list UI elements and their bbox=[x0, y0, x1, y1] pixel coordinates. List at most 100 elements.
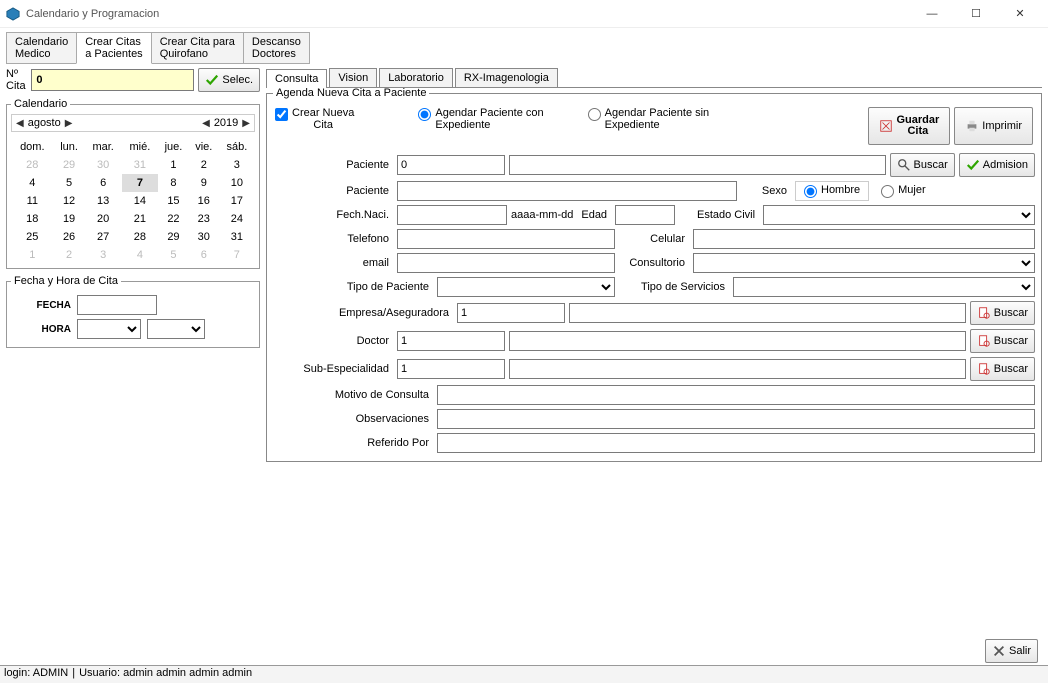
next-year-button[interactable]: ▶ bbox=[242, 118, 250, 129]
tab-vision[interactable]: Vision bbox=[329, 68, 377, 87]
buscar-empresa-button[interactable]: Buscar bbox=[970, 301, 1035, 325]
minimize-button[interactable]: — bbox=[910, 1, 954, 27]
calendar-day[interactable]: 10 bbox=[219, 174, 255, 192]
fecha-input[interactable] bbox=[77, 295, 157, 315]
paciente2-input[interactable] bbox=[397, 181, 737, 201]
calendar-day[interactable]: 13 bbox=[85, 192, 122, 210]
paciente-name-input[interactable] bbox=[509, 155, 886, 175]
calendar-day[interactable]: 29 bbox=[158, 228, 189, 246]
calendar-day[interactable]: 3 bbox=[219, 156, 255, 174]
tab-laboratorio[interactable]: Laboratorio bbox=[379, 68, 453, 87]
calendar-day[interactable]: 18 bbox=[11, 210, 54, 228]
calendar-day[interactable]: 6 bbox=[189, 246, 219, 264]
calendar-day[interactable]: 28 bbox=[11, 156, 54, 174]
estadocivil-select[interactable] bbox=[763, 205, 1035, 225]
calendar-day[interactable]: 14 bbox=[122, 192, 158, 210]
calendar-day[interactable]: 5 bbox=[54, 174, 85, 192]
calendar-day[interactable]: 24 bbox=[219, 210, 255, 228]
calendar-day[interactable]: 23 bbox=[189, 210, 219, 228]
buscar-doctor-button[interactable]: Buscar bbox=[970, 329, 1035, 353]
calendar-day[interactable]: 7 bbox=[219, 246, 255, 264]
calendar-month[interactable]: agosto bbox=[28, 117, 61, 129]
hora-select-2[interactable] bbox=[147, 319, 205, 339]
edad-input[interactable] bbox=[615, 205, 675, 225]
doctor-name-input[interactable] bbox=[509, 331, 966, 351]
calendar-day[interactable]: 2 bbox=[54, 246, 85, 264]
tiposervicios-select[interactable] bbox=[733, 277, 1035, 297]
empresa-id-input[interactable] bbox=[457, 303, 565, 323]
salir-button[interactable]: Salir bbox=[985, 639, 1038, 663]
subesp-name-input[interactable] bbox=[509, 359, 966, 379]
subesp-id-input[interactable] bbox=[397, 359, 505, 379]
calendar-day[interactable]: 27 bbox=[85, 228, 122, 246]
calendar-day[interactable]: 7 bbox=[122, 174, 158, 192]
calendar-day[interactable]: 5 bbox=[158, 246, 189, 264]
buscar-paciente-button[interactable]: Buscar bbox=[890, 153, 955, 177]
sexo-mujer[interactable]: Mujer bbox=[873, 182, 934, 200]
telefono-input[interactable] bbox=[397, 229, 615, 249]
observaciones-input[interactable] bbox=[437, 409, 1035, 429]
calendar-day[interactable]: 29 bbox=[54, 156, 85, 174]
calendar-day[interactable]: 15 bbox=[158, 192, 189, 210]
celular-input[interactable] bbox=[693, 229, 1035, 249]
calendar-day[interactable]: 30 bbox=[85, 156, 122, 174]
empresa-name-input[interactable] bbox=[569, 303, 966, 323]
calendar-day[interactable]: 4 bbox=[11, 174, 54, 192]
sexo-mujer-radio[interactable] bbox=[881, 185, 894, 198]
calendar-day[interactable]: 4 bbox=[122, 246, 158, 264]
calendar-day[interactable]: 1 bbox=[11, 246, 54, 264]
calendar-day[interactable]: 28 bbox=[122, 228, 158, 246]
calendar-day[interactable]: 6 bbox=[85, 174, 122, 192]
prev-year-button[interactable]: ◀ bbox=[202, 118, 210, 129]
calendar-day[interactable]: 20 bbox=[85, 210, 122, 228]
calendar-day[interactable]: 21 bbox=[122, 210, 158, 228]
calendar-day[interactable]: 16 bbox=[189, 192, 219, 210]
calendar-day[interactable]: 31 bbox=[122, 156, 158, 174]
prev-month-button[interactable]: ◀ bbox=[16, 118, 24, 129]
tab-consulta[interactable]: Consulta bbox=[266, 69, 327, 88]
tab-crear-cita-quirofano[interactable]: Crear Cita para Quirofano bbox=[151, 32, 244, 64]
calendar-day[interactable]: 11 bbox=[11, 192, 54, 210]
imprimir-button[interactable]: Imprimir bbox=[954, 107, 1033, 145]
calendar-day[interactable]: 3 bbox=[85, 246, 122, 264]
guardar-cita-button[interactable]: Guardar Cita bbox=[868, 107, 950, 145]
calendar-day[interactable]: 25 bbox=[11, 228, 54, 246]
calendar-day[interactable]: 22 bbox=[158, 210, 189, 228]
paciente-id-input[interactable] bbox=[397, 155, 505, 175]
opt-agendar-con-expediente[interactable]: Agendar Paciente con Expediente bbox=[418, 107, 543, 131]
crear-nueva-cita-checkbox[interactable] bbox=[275, 108, 288, 121]
calendar-day[interactable]: 19 bbox=[54, 210, 85, 228]
agendar-con-expediente-radio[interactable] bbox=[418, 108, 431, 121]
tab-rx-imagenologia[interactable]: RX-Imagenologia bbox=[455, 68, 558, 87]
tab-descanso-doctores[interactable]: Descanso Doctores bbox=[243, 32, 310, 64]
admision-button[interactable]: Admision bbox=[959, 153, 1035, 177]
calendar-day[interactable]: 8 bbox=[158, 174, 189, 192]
next-month-button[interactable]: ▶ bbox=[65, 118, 73, 129]
calendar-day[interactable]: 1 bbox=[158, 156, 189, 174]
calendar-day[interactable]: 9 bbox=[189, 174, 219, 192]
calendar-day[interactable]: 17 bbox=[219, 192, 255, 210]
buscar-subesp-button[interactable]: Buscar bbox=[970, 357, 1035, 381]
motivo-input[interactable] bbox=[437, 385, 1035, 405]
email-input[interactable] bbox=[397, 253, 615, 273]
tipopaciente-select[interactable] bbox=[437, 277, 615, 297]
tab-crear-citas-pacientes[interactable]: Crear Citas a Pacientes bbox=[76, 32, 151, 64]
sexo-hombre-radio[interactable] bbox=[804, 185, 817, 198]
calendar-year[interactable]: 2019 bbox=[214, 117, 238, 129]
fechnaci-input[interactable] bbox=[397, 205, 507, 225]
opt-crear-nueva-cita[interactable]: Crear Nueva Cita bbox=[275, 107, 354, 131]
agendar-sin-expediente-radio[interactable] bbox=[588, 108, 601, 121]
sexo-hombre[interactable]: Hombre bbox=[795, 181, 869, 201]
num-cita-input[interactable] bbox=[31, 69, 194, 91]
hora-select-1[interactable] bbox=[77, 319, 141, 339]
consultorio-select[interactable] bbox=[693, 253, 1035, 273]
tab-calendario-medico[interactable]: Calendario Medico bbox=[6, 32, 77, 64]
maximize-button[interactable]: ☐ bbox=[954, 1, 998, 27]
calendar-day[interactable]: 26 bbox=[54, 228, 85, 246]
calendar-day[interactable]: 30 bbox=[189, 228, 219, 246]
close-window-button[interactable]: ✕ bbox=[998, 1, 1042, 27]
referido-input[interactable] bbox=[437, 433, 1035, 453]
calendar-day[interactable]: 2 bbox=[189, 156, 219, 174]
calendar-day[interactable]: 12 bbox=[54, 192, 85, 210]
selec-button[interactable]: Selec. bbox=[198, 68, 260, 92]
